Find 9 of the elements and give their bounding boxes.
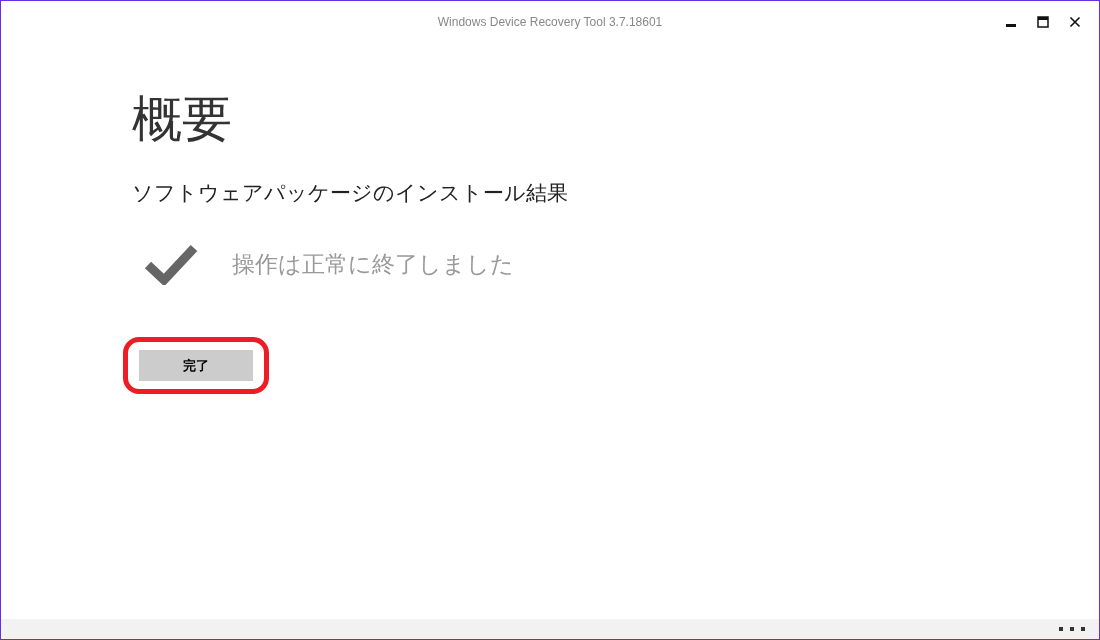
window-title: Windows Device Recovery Tool 3.7.18601	[437, 15, 663, 29]
page-subtitle: ソフトウェアパッケージのインストール結果	[132, 180, 569, 207]
more-icon[interactable]	[1059, 626, 1085, 632]
status-message: 操作は正常に終了しました	[232, 249, 514, 279]
checkmark-icon	[144, 243, 198, 285]
maximize-icon[interactable]	[1037, 16, 1049, 28]
close-icon[interactable]	[1069, 16, 1081, 28]
finish-button[interactable]: 完了	[139, 350, 253, 381]
page-heading: 概要	[132, 89, 233, 149]
